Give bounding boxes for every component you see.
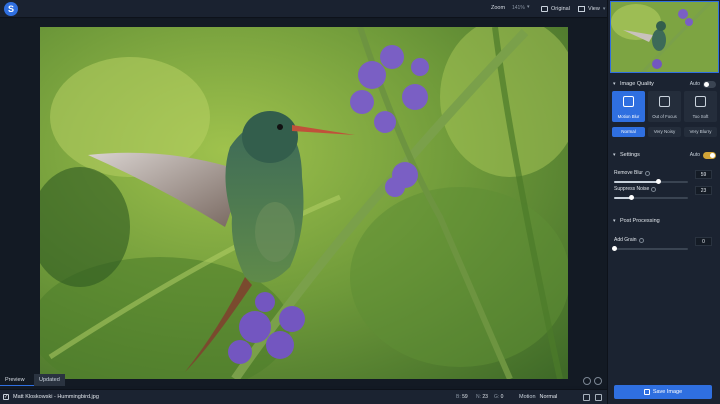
add-grain-value[interactable]: 0 [695, 237, 712, 246]
remove-blur-track[interactable] [614, 179, 688, 184]
suppress-noise-value[interactable]: 23 [695, 186, 712, 195]
blur-type-selector: Normal Very Noisy Very Blurry [612, 127, 717, 137]
tab-preview[interactable]: Preview [0, 374, 34, 386]
zoom-dropdown[interactable]: 141% [512, 5, 525, 11]
blur-stat: B: 59 [456, 394, 468, 400]
image-canvas[interactable] [0, 19, 607, 386]
view-button[interactable]: View ▾ [578, 3, 605, 14]
blur-stat-value: 59 [462, 394, 468, 400]
model-too-soft[interactable]: Too Soft [684, 91, 717, 122]
model-out-of-focus[interactable]: Out of Focus [648, 91, 681, 122]
info-icon[interactable] [638, 237, 644, 243]
post-processing-header[interactable]: ▾ Post Processing [613, 216, 718, 226]
settings-auto-toggle[interactable] [703, 151, 716, 159]
blur-type-very-noisy[interactable]: Very Noisy [648, 127, 681, 137]
suppress-noise-track[interactable] [614, 195, 688, 200]
blur-type-very-blurry[interactable]: Very Blurry [684, 127, 717, 137]
settings-auto-label: Auto [689, 152, 700, 158]
noise-stat: N: 23 [476, 394, 488, 400]
delete-icon[interactable] [595, 394, 602, 401]
chevron-down-icon[interactable]: ▾ [527, 4, 530, 10]
motion-blur-icon [623, 96, 634, 107]
hummingbird-image [40, 27, 568, 379]
remove-blur-label: Remove Blur [614, 170, 643, 176]
hummingbird-photo[interactable] [40, 27, 568, 379]
chevron-down-icon: ▾ [602, 5, 606, 12]
save-icon [643, 389, 650, 395]
model-label: Too Soft [692, 114, 709, 119]
tab-updated[interactable]: Updated [34, 374, 65, 386]
file-bar: ✓ Matt Kloskowski - Hummingbird.jpg B: 5… [0, 389, 607, 404]
zoom-label: Zoom [491, 5, 506, 11]
original-label: Original [551, 5, 570, 12]
chevron-down-icon: ▾ [613, 218, 616, 224]
file-name: Matt Kloskowski - Hummingbird.jpg [13, 394, 99, 400]
suppress-noise-slider: Suppress Noise 23 [614, 186, 712, 200]
noise-stat-label: N: [476, 394, 481, 400]
chevron-down-icon: ▾ [613, 81, 616, 87]
remove-blur-value[interactable]: 59 [695, 170, 712, 179]
grain-stat-label: G: [494, 394, 500, 400]
fit-icon[interactable] [583, 377, 591, 385]
grain-stat-value: 0 [500, 394, 504, 400]
image-quality-header[interactable]: ▾ Image Quality Auto [613, 79, 718, 89]
model-selector: Motion Blur Out of Focus Too Soft [612, 91, 717, 122]
view-label: View [588, 5, 600, 12]
export-icon[interactable] [583, 394, 590, 401]
file-checkbox[interactable]: ✓ [3, 394, 9, 400]
compare-icon [541, 5, 548, 12]
original-button[interactable]: Original [541, 3, 570, 14]
image-quality-auto-label: Auto [689, 81, 700, 87]
app-logo-icon: S [4, 2, 18, 16]
save-image-button[interactable]: Save Image [614, 385, 712, 399]
settings-title: Settings [620, 152, 640, 158]
add-grain-handle[interactable] [612, 246, 617, 251]
fullscreen-icon[interactable] [594, 377, 602, 385]
model-label: Motion Blur [617, 114, 640, 119]
add-grain-label: Add Grain [614, 237, 637, 243]
add-grain-track[interactable] [612, 246, 688, 251]
model-status: Motion Normal [519, 394, 557, 400]
suppress-noise-label: Suppress Noise [614, 186, 650, 192]
suppress-noise-handle[interactable] [629, 195, 635, 200]
remove-blur-handle[interactable] [655, 179, 661, 184]
grain-stat: G: 0 [494, 394, 503, 400]
too-soft-icon [695, 96, 706, 107]
noise-stat-value: 23 [482, 394, 488, 400]
view-layout-icon [578, 5, 585, 12]
thumbnail-image [611, 2, 718, 72]
image-quality-auto-toggle[interactable] [703, 80, 716, 88]
top-toolbar: S Zoom 141% ▾ Original View ▾ [0, 0, 607, 18]
model-label: Out of Focus [652, 114, 677, 119]
model-status-value: Normal [539, 394, 558, 400]
chevron-down-icon: ▾ [613, 152, 616, 158]
right-panel: ▾ Image Quality Auto ▾ Settings Auto ▾ P… [607, 0, 720, 404]
remove-blur-slider: Remove Blur 59 [614, 170, 712, 184]
navigator-thumbnail[interactable] [610, 1, 719, 73]
model-status-label: Motion [519, 394, 536, 400]
settings-header[interactable]: ▾ Settings Auto [613, 150, 718, 160]
add-grain-slider: Add Grain 0 [612, 237, 712, 251]
out-of-focus-icon [659, 96, 670, 107]
image-quality-title: Image Quality [620, 81, 654, 87]
model-motion-blur[interactable]: Motion Blur [612, 91, 645, 122]
remove-blur-fill [614, 181, 658, 183]
post-processing-title: Post Processing [620, 218, 660, 224]
preview-tabs: Preview Updated [0, 374, 65, 386]
info-icon[interactable] [644, 170, 650, 176]
blur-type-normal[interactable]: Normal [612, 127, 645, 137]
save-label: Save Image [652, 389, 683, 395]
blur-stat-label: B: [456, 394, 461, 400]
info-icon[interactable] [651, 186, 657, 192]
canvas-controls [583, 377, 602, 385]
